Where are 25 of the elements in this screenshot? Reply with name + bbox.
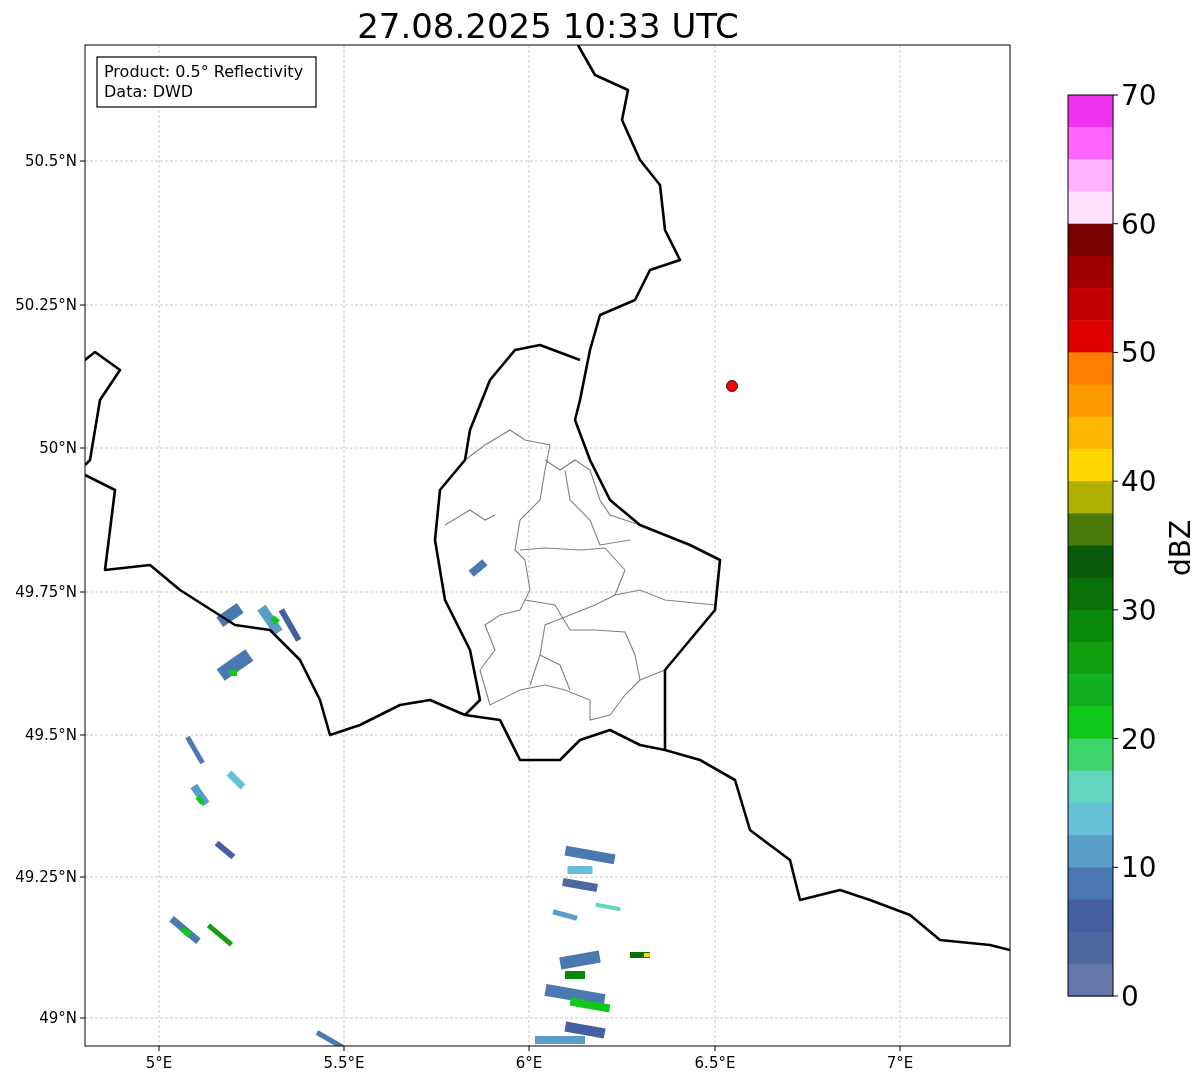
station-marker [726, 380, 738, 392]
axis-tick-label: 5°E [145, 1054, 173, 1072]
axis-tick-label: 5.5°E [323, 1054, 365, 1072]
axis-tick-label: 6°E [515, 1054, 543, 1072]
colorbar-tick-label: 40 [1121, 465, 1157, 499]
axis-tick-label: 50°N [39, 439, 77, 457]
colorbar-tick-label: 0 [1121, 980, 1139, 1013]
axis-tick-label: 49.25°N [15, 868, 77, 886]
colorbar-tick-label: 60 [1121, 207, 1157, 241]
figure-title: 27.08.2025 10:33 UTC [357, 6, 739, 46]
axis-tick-label: 49.5°N [24, 726, 77, 744]
axis-tick-label: 7°E [886, 1054, 914, 1072]
colorbar-tick-label: 70 [1121, 79, 1157, 112]
colorbar-tick-label: 10 [1121, 851, 1157, 885]
info-text: Data: DWD [104, 82, 194, 101]
axis-tick-label: 50.5°N [24, 152, 77, 170]
colorbar-tick-label: 30 [1121, 593, 1157, 627]
colorbar-label: dBZ [1164, 519, 1197, 577]
colorbar-tick-label: 50 [1121, 336, 1157, 370]
axis-tick-label: 49°N [39, 1009, 77, 1027]
colorbar-tick-label: 20 [1121, 722, 1157, 756]
axis-tick-label: 49.75°N [15, 583, 77, 601]
info-text: Product: 0.5° Reflectivity [104, 62, 304, 81]
axis-tick-label: 6.5°E [694, 1054, 736, 1072]
axis-tick-label: 50.25°N [15, 296, 77, 314]
